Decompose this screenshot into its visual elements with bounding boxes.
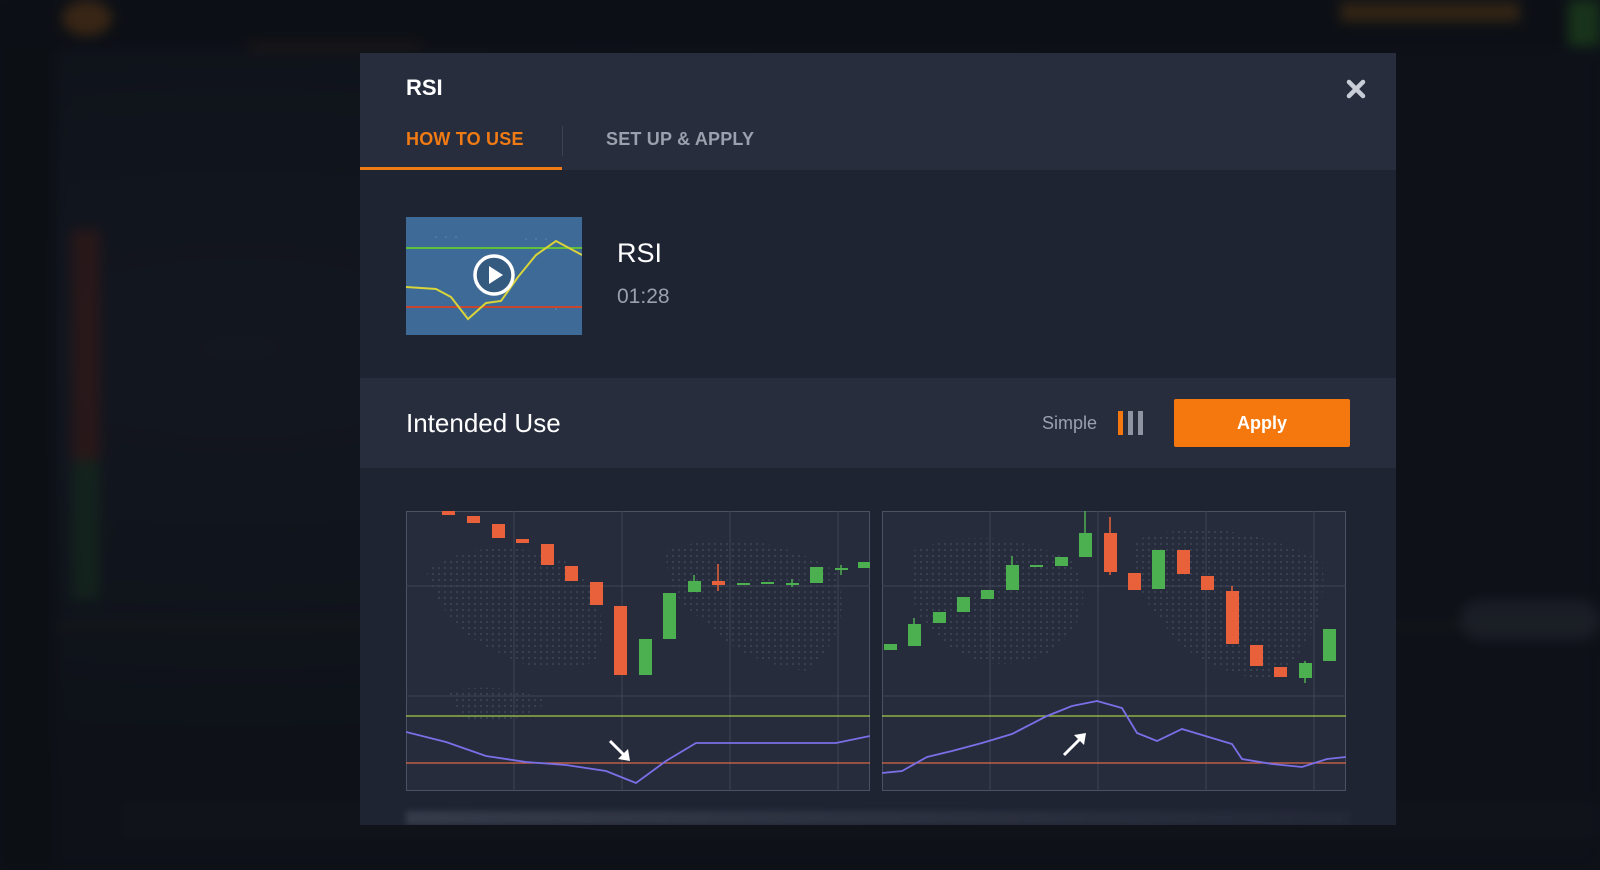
active-tab-indicator [360,167,562,170]
candle [1128,573,1141,590]
candle [1006,565,1019,590]
video-title: RSI [617,238,663,268]
candle [761,582,774,584]
play-icon [473,254,515,296]
video-duration: 01:28 [617,285,670,308]
complexity-bars-icon [1118,411,1143,435]
candle [1055,557,1068,566]
candle [835,568,848,570]
video-thumbnail[interactable] [405,217,583,335]
candle [737,583,750,585]
candle [516,539,529,543]
complexity-label: Simple [1042,413,1098,433]
candle [639,639,652,675]
close-icon [1346,79,1366,99]
candle [663,593,676,639]
description-text-fade [406,811,1350,825]
tab-divider [562,126,563,156]
candle [981,590,994,599]
apply-button[interactable]: Apply [1174,399,1350,447]
candle [712,581,725,585]
candle [786,583,799,585]
intended-use-title: Intended Use [406,408,561,438]
candle [590,582,603,605]
candle [442,511,455,515]
candle [541,544,554,565]
candle [467,516,480,523]
candle [908,624,921,646]
candle [957,597,970,612]
candle [1274,667,1287,677]
candle [1152,550,1165,589]
candle [688,581,701,592]
candle [1226,591,1239,644]
candle [1201,576,1214,590]
tab-set-up-and-apply[interactable]: SET UP & APPLY [606,129,754,150]
candle [1299,663,1312,678]
candle [1177,550,1190,574]
rsi-overbought-illustration [882,511,1346,791]
rsi-oversold-illustration [406,511,870,791]
candle [1030,565,1043,567]
rsi-info-modal: RSI HOW TO USE SET UP & APPLY RSI 01:28 … [360,53,1396,825]
candle [1079,533,1092,557]
candle [614,606,627,675]
modal-header: RSI HOW TO USE SET UP & APPLY [360,53,1396,170]
candle [565,566,578,581]
tab-how-to-use[interactable]: HOW TO USE [406,129,524,150]
intended-use-bar: Intended Use Simple Apply [360,378,1396,468]
candle [933,612,946,623]
candle [858,562,870,568]
candle [1323,629,1336,661]
candle [810,567,823,583]
modal-title: RSI [406,75,443,100]
candle [492,524,505,538]
candle [884,644,897,650]
close-button[interactable] [1343,76,1369,102]
candle [1250,645,1263,666]
candle [1104,533,1117,572]
